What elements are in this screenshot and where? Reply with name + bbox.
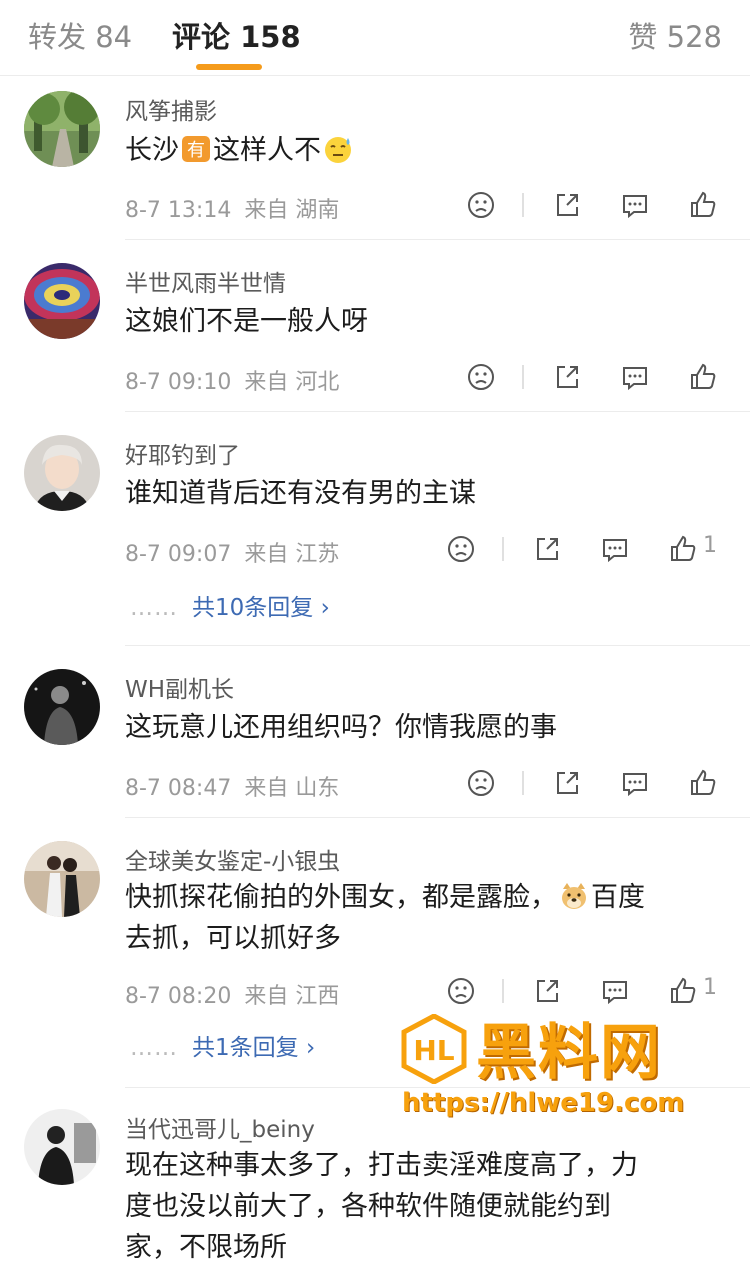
comment-item: WH副机长 这玩意儿还用组织吗？你情我愿的事 8-7 08:47 来自 山东 — [0, 646, 750, 818]
watermark-title: 黑料网 — [476, 1018, 662, 1088]
reply-count-label: 共1条回复 › — [192, 1035, 316, 1061]
avatar[interactable] — [24, 91, 100, 167]
comment-text-line: 家，不限场所 — [125, 1232, 287, 1263]
watermark-logo-icon: HL — [401, 1014, 467, 1084]
comment-item: 半世风雨半世情 这娘们不是一般人呀 8-7 09:10 来自 河北 — [0, 240, 750, 412]
comment-time: 8-7 08:20 — [125, 984, 232, 1009]
comment-meta: 8-7 08:47 来自 山东 — [125, 770, 339, 802]
comment-time: 8-7 09:07 — [125, 542, 232, 567]
action-separator — [502, 979, 504, 1003]
comment-text: 长沙有这样人不 — [125, 130, 725, 171]
comment-actions — [465, 361, 725, 397]
comment-icon[interactable] — [619, 767, 651, 799]
comment-icon[interactable] — [599, 533, 631, 565]
comment-icon[interactable] — [599, 975, 631, 1007]
username[interactable]: 风筝捕影 — [125, 92, 217, 126]
username[interactable]: 好耶钓到了 — [125, 436, 240, 470]
comment-meta: 8-7 09:10 来自 河北 — [125, 364, 339, 396]
comment-text-line: 现在这种事太多了，打击卖淫难度高了，力 — [125, 1150, 638, 1181]
view-replies-link[interactable]: …… 共1条回复 › — [130, 1028, 315, 1062]
share-icon[interactable] — [551, 767, 583, 799]
like-thumb-icon[interactable] — [687, 361, 719, 393]
action-separator — [502, 537, 504, 561]
comment-icon[interactable] — [619, 189, 651, 221]
dislike-face-icon[interactable] — [445, 533, 477, 565]
comment-item: 风筝捕影 长沙有这样人不 8-7 13:14 来自 湖南 — [0, 76, 750, 240]
tab-forward[interactable]: 转发 84 — [28, 14, 132, 56]
comment-text: 这娘们不是一般人呀 — [125, 306, 368, 337]
username[interactable]: 当代迅哥儿_beiny — [125, 1110, 315, 1144]
dislike-face-icon[interactable] — [465, 767, 497, 799]
tab-likes[interactable]: 赞 528 — [628, 14, 722, 56]
reply-dots: …… — [130, 595, 178, 621]
dislike-face-icon[interactable] — [465, 361, 497, 393]
comment-time: 8-7 08:47 — [125, 776, 232, 801]
you-badge-text: 有 — [187, 140, 205, 161]
comment-icon[interactable] — [619, 361, 651, 393]
comment-text-line: 快抓探花偷拍的外围女，都是露脸， 百度 — [125, 877, 725, 918]
like-thumb-icon[interactable] — [687, 767, 719, 799]
avatar[interactable] — [24, 669, 100, 745]
dislike-face-icon[interactable] — [465, 189, 497, 221]
comment-location: 来自 山东 — [244, 776, 340, 801]
comment-meta: 8-7 13:14 来自 湖南 — [125, 192, 339, 224]
comment-time: 8-7 13:14 — [125, 198, 232, 223]
avatar[interactable] — [24, 841, 100, 917]
like-button[interactable]: 1 — [667, 533, 737, 569]
comment-text-part: 长沙 — [125, 135, 179, 166]
watermark-logo-text: HL — [413, 1034, 454, 1067]
comment-text: 现在这种事太多了，打击卖淫难度高了，力 度也没以前大了，各种软件随便就能约到 家… — [125, 1145, 725, 1268]
avatar[interactable] — [24, 435, 100, 511]
comment-text-part: 快抓探花偷拍的外围女，都是露脸， — [125, 882, 557, 913]
comment-actions — [465, 767, 725, 803]
comment-tabs: 转发 84 评论 158 赞 528 — [0, 0, 750, 76]
tab-comments[interactable]: 评论 158 — [172, 14, 301, 56]
comment-text: 谁知道背后还有没有男的主谋 — [125, 478, 476, 509]
like-count: 1 — [703, 975, 717, 1000]
action-separator — [522, 771, 524, 795]
avatar[interactable] — [24, 263, 100, 339]
comment-actions: 1 — [445, 533, 735, 569]
share-icon[interactable] — [551, 361, 583, 393]
share-icon[interactable] — [531, 533, 563, 565]
share-icon[interactable] — [551, 189, 583, 221]
share-icon[interactable] — [531, 975, 563, 1007]
comment-location: 来自 江苏 — [244, 542, 340, 567]
sweat-smile-icon — [325, 137, 351, 163]
comment-actions — [465, 189, 725, 225]
you-badge-icon: 有 — [182, 136, 210, 162]
comment-meta: 8-7 08:20 来自 江西 — [125, 978, 339, 1010]
comment-meta: 8-7 09:07 来自 江苏 — [125, 536, 339, 568]
like-thumb-icon — [671, 535, 696, 561]
like-thumb-icon[interactable] — [687, 189, 719, 221]
username[interactable]: 全球美女鉴定-小银虫 — [125, 842, 340, 876]
like-count: 1 — [703, 533, 717, 558]
action-separator — [522, 193, 524, 217]
action-separator — [522, 365, 524, 389]
dislike-face-icon[interactable] — [445, 975, 477, 1007]
comment-text-line: 去抓，可以抓好多 — [125, 923, 341, 954]
comment-text: 这玩意儿还用组织吗？你情我愿的事 — [125, 712, 557, 743]
comment-location: 来自 河北 — [244, 370, 340, 395]
username[interactable]: 半世风雨半世情 — [125, 264, 286, 298]
reply-count-label: 共10条回复 › — [192, 595, 330, 621]
comment-item: 好耶钓到了 谁知道背后还有没有男的主谋 8-7 09:07 来自 江苏 1 ……… — [0, 412, 750, 646]
comment-time: 8-7 09:10 — [125, 370, 232, 395]
comment-location: 来自 江西 — [244, 984, 340, 1009]
active-tab-indicator — [196, 64, 262, 70]
comment-location: 来自 湖南 — [244, 198, 340, 223]
comment-text-part: 百度 — [591, 882, 645, 913]
avatar[interactable] — [24, 1109, 100, 1185]
like-thumb-icon — [671, 977, 696, 1003]
comment-text-part: 这样人不 — [213, 135, 321, 166]
doge-icon — [562, 883, 586, 909]
username[interactable]: WH副机长 — [125, 670, 234, 704]
site-watermark: HL 黑料网 https://hlwe19.com — [400, 1010, 720, 1122]
comment-text: 快抓探花偷拍的外围女，都是露脸， 百度 去抓，可以抓好多 — [125, 877, 725, 959]
like-button[interactable]: 1 — [667, 975, 737, 1011]
comment-text-line: 度也没以前大了，各种软件随便就能约到 — [125, 1191, 611, 1222]
view-replies-link[interactable]: …… 共10条回复 › — [130, 588, 330, 622]
reply-dots: …… — [130, 1035, 178, 1061]
watermark-url: https://hlwe19.com — [402, 1088, 685, 1118]
